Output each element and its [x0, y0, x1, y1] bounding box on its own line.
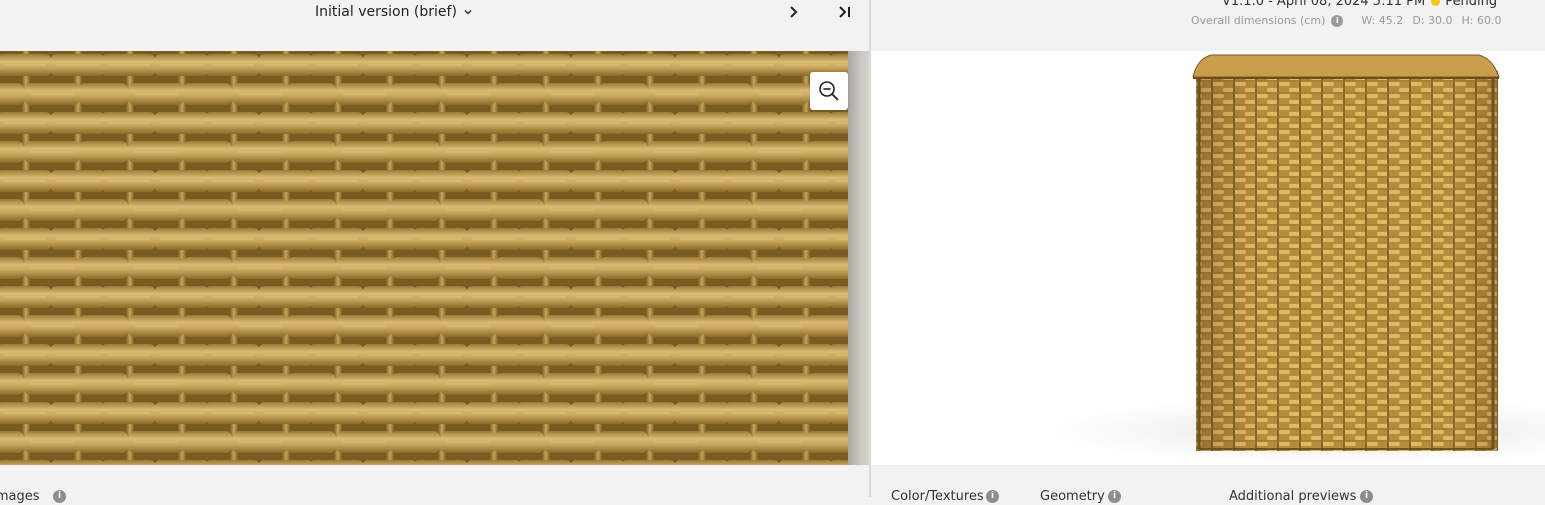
texture-closeup-image [0, 51, 848, 465]
dimension-width: W: 45.2 [1361, 14, 1404, 27]
dimension-depth: D: 30.0 [1412, 14, 1453, 27]
tab-color-textures[interactable]: Color/Textures [891, 489, 984, 505]
status-dot-icon [1431, 0, 1441, 6]
status-badge: Pending [1445, 0, 1498, 9]
dimension-height: H: 60.0 [1461, 14, 1502, 27]
wicker-basket-image [991, 54, 1545, 465]
version-label: V1.1.0 - April 08, 2024 5:11 PM [1222, 0, 1426, 9]
next-version-button[interactable] [783, 2, 803, 22]
version-info: V1.1.0 - April 08, 2024 5:11 PM Pending [1222, 0, 1497, 9]
zoom-button[interactable] [810, 72, 848, 110]
info-icon[interactable]: i [1331, 14, 1344, 27]
version-select-label: Initial version (brief) [315, 4, 457, 20]
tab-images[interactable]: Images [0, 489, 40, 505]
chevron-right-icon [790, 6, 798, 18]
wicker-texture-image [0, 51, 848, 465]
dimensions-label: Overall dimensions (cm) [1191, 14, 1326, 27]
texture-image-edge [848, 51, 869, 465]
skip-to-end-icon [839, 6, 850, 18]
version-select[interactable]: Initial version (brief) [315, 1, 473, 23]
last-version-button[interactable] [835, 2, 855, 22]
zoom-out-icon [819, 81, 839, 101]
product-render-image [871, 51, 1545, 465]
tab-geometry[interactable]: Geometry [1040, 489, 1105, 505]
dimensions-row: Overall dimensions (cm) i W: 45.2 D: 30.… [1191, 14, 1510, 27]
tab-additional-previews[interactable]: Additional previews [1229, 489, 1356, 505]
chevron-down-icon [464, 9, 472, 15]
